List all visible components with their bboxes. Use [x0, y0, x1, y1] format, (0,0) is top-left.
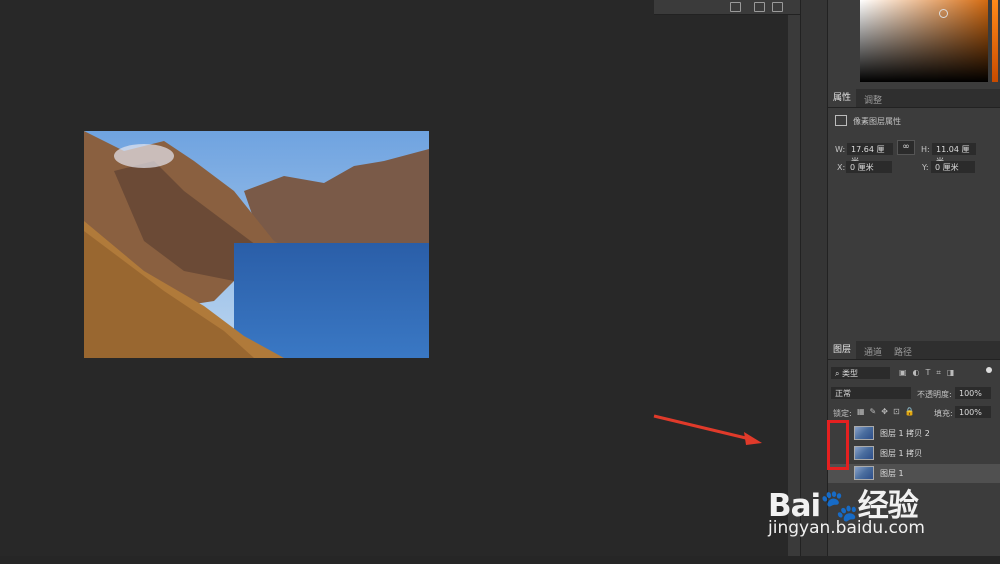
layer-name: 图层 1: [880, 469, 904, 478]
layer-thumbnail: [854, 466, 874, 480]
properties-tabbar: 属性 调整: [828, 89, 1000, 108]
layers-tabbar: 图层 通道 路径: [828, 341, 1000, 360]
mini-panel-toolbar: [654, 0, 800, 15]
layer-thumbnail: [854, 426, 874, 440]
layer-row[interactable]: 图层 1 拷贝 2: [828, 424, 1000, 443]
layer-name: 图层 1 拷贝: [880, 449, 923, 458]
blend-mode-value: 正常: [835, 389, 851, 398]
fill-label: 填充:: [934, 409, 953, 418]
status-strip: [0, 556, 1000, 564]
color-picker-field[interactable]: [860, 0, 988, 82]
w-label: W:: [835, 145, 846, 154]
layer-filter-value: 类型: [842, 369, 859, 378]
blend-mode-select[interactable]: 正常: [831, 387, 911, 399]
x-label: X:: [837, 163, 846, 172]
width-field[interactable]: 17.64 厘米: [847, 143, 893, 166]
x-field[interactable]: 0 厘米: [846, 161, 892, 173]
lock-icons[interactable]: ▦✎✥⊡🔒: [857, 407, 927, 417]
filter-toggle-icon[interactable]: [986, 367, 992, 373]
h-label: H:: [921, 145, 930, 154]
baidu-watermark: Bai🐾经验 jingyan.baidu.com: [768, 480, 1000, 550]
height-field[interactable]: 11.04 厘米: [932, 143, 976, 166]
y-label: Y:: [922, 163, 929, 172]
tab-layers[interactable]: 图层: [828, 341, 857, 359]
watermark-url: jingyan.baidu.com: [768, 518, 925, 538]
folder-icon[interactable]: [730, 2, 741, 12]
layer-name: 图层 1 拷贝 2: [880, 429, 930, 438]
trash-icon[interactable]: [772, 2, 783, 12]
tab-properties[interactable]: 属性: [828, 89, 857, 107]
tab-paths[interactable]: 路径: [894, 345, 912, 358]
color-picker-cursor[interactable]: [939, 9, 948, 18]
y-field[interactable]: 0 厘米: [931, 161, 975, 173]
layer-filter-select[interactable]: ⌕ 类型: [831, 367, 890, 379]
visibility-highlight-box: [827, 420, 849, 470]
link-icon[interactable]: ∞: [897, 140, 915, 155]
opacity-field[interactable]: 100%: [955, 387, 991, 399]
tab-adjustments[interactable]: 调整: [864, 93, 882, 106]
new-item-icon[interactable]: [754, 2, 765, 12]
hue-slider[interactable]: [992, 0, 998, 82]
layer-filter-icons[interactable]: ▣◐T⌗◨: [899, 368, 991, 378]
annotation-arrow: [653, 414, 762, 445]
properties-heading: 像素图层属性: [853, 117, 901, 126]
pixel-layer-icon: [835, 115, 847, 126]
tab-channels[interactable]: 通道: [864, 345, 882, 358]
canvas-image[interactable]: [84, 131, 429, 358]
search-icon: ⌕: [835, 369, 843, 378]
opacity-label: 不透明度:: [917, 390, 952, 399]
lock-label: 锁定:: [833, 409, 852, 418]
layer-row[interactable]: 图层 1 拷贝: [828, 444, 1000, 463]
fill-field[interactable]: 100%: [955, 406, 991, 418]
layer-thumbnail: [854, 446, 874, 460]
